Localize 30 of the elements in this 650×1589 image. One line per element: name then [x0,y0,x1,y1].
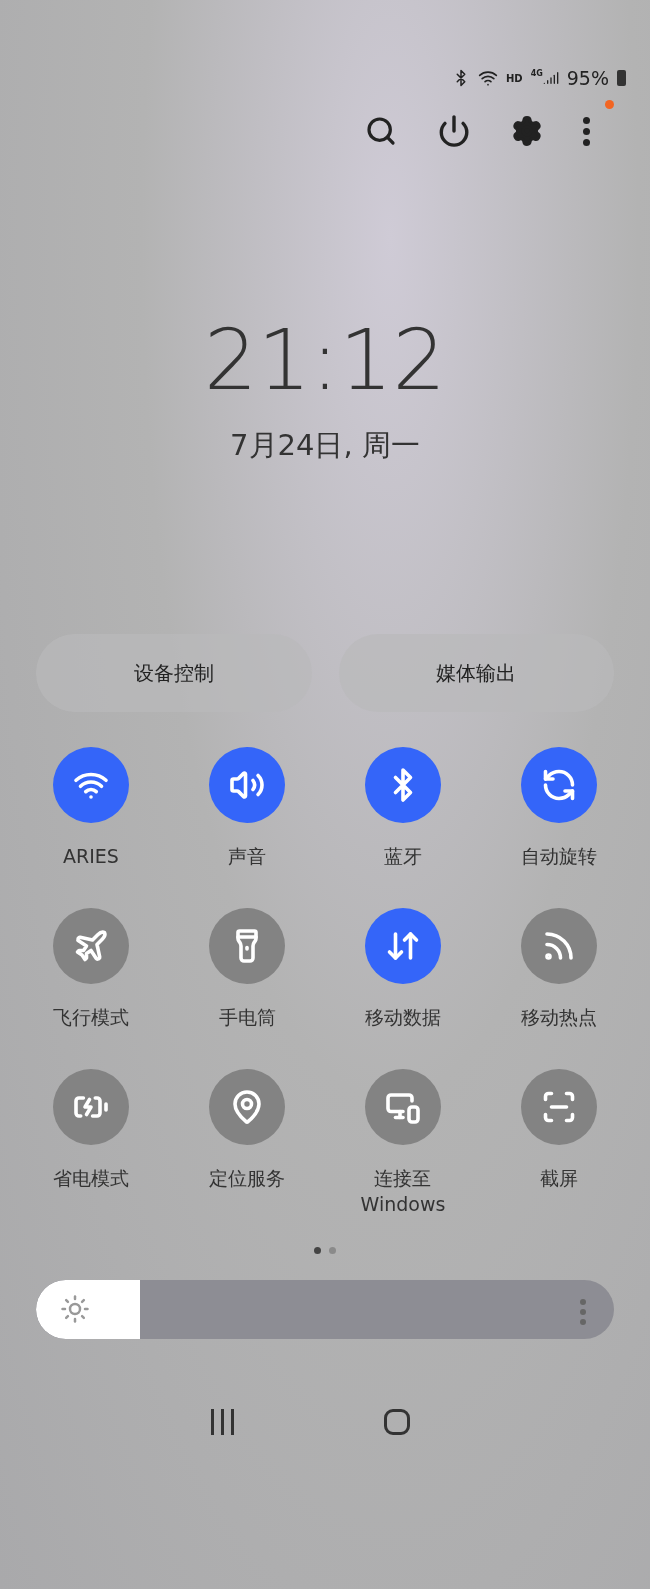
clock-time: 21:12 [203,318,447,402]
power-icon[interactable] [437,114,471,148]
recents-icon[interactable] [210,1408,234,1435]
toggle-label: 飞行模式 [53,1004,129,1030]
toggle-label: 定位服务 [209,1165,285,1191]
battery-icon [617,70,626,86]
toggle-label: 截屏 [540,1165,578,1191]
clock-date: 7月24日, 周一 [230,427,420,464]
toggle-label: 移动热点 [521,1004,597,1030]
toggle-label: 移动数据 [365,1004,441,1030]
panel-button[interactable]: 设备控制 [36,633,312,712]
sun-icon [60,1294,90,1324]
signal-label: 4G [530,70,543,78]
toggle-label: 自动旋转 [521,843,597,869]
airplane-icon [73,927,109,964]
search-icon[interactable] [365,115,397,147]
slider-menu-icon[interactable] [580,1298,586,1325]
battery-percent: 95% [566,65,609,91]
panel-button[interactable]: 媒体输出 [338,633,614,712]
more-options-icon[interactable] [583,116,590,146]
toggle-label: 连接至 Windows [360,1165,446,1217]
toggle-label: 手电筒 [218,1004,276,1030]
toggle-label: 蓝牙 [384,843,422,869]
signal-icon [542,70,559,86]
toggle-label: 声音 [228,843,266,869]
network-label: HD [505,71,523,86]
wifi-status-icon [477,68,498,88]
toggle-label: ARIES [63,843,119,869]
toggle-label: 省电模式 [53,1165,129,1191]
home-icon[interactable] [383,1408,410,1435]
